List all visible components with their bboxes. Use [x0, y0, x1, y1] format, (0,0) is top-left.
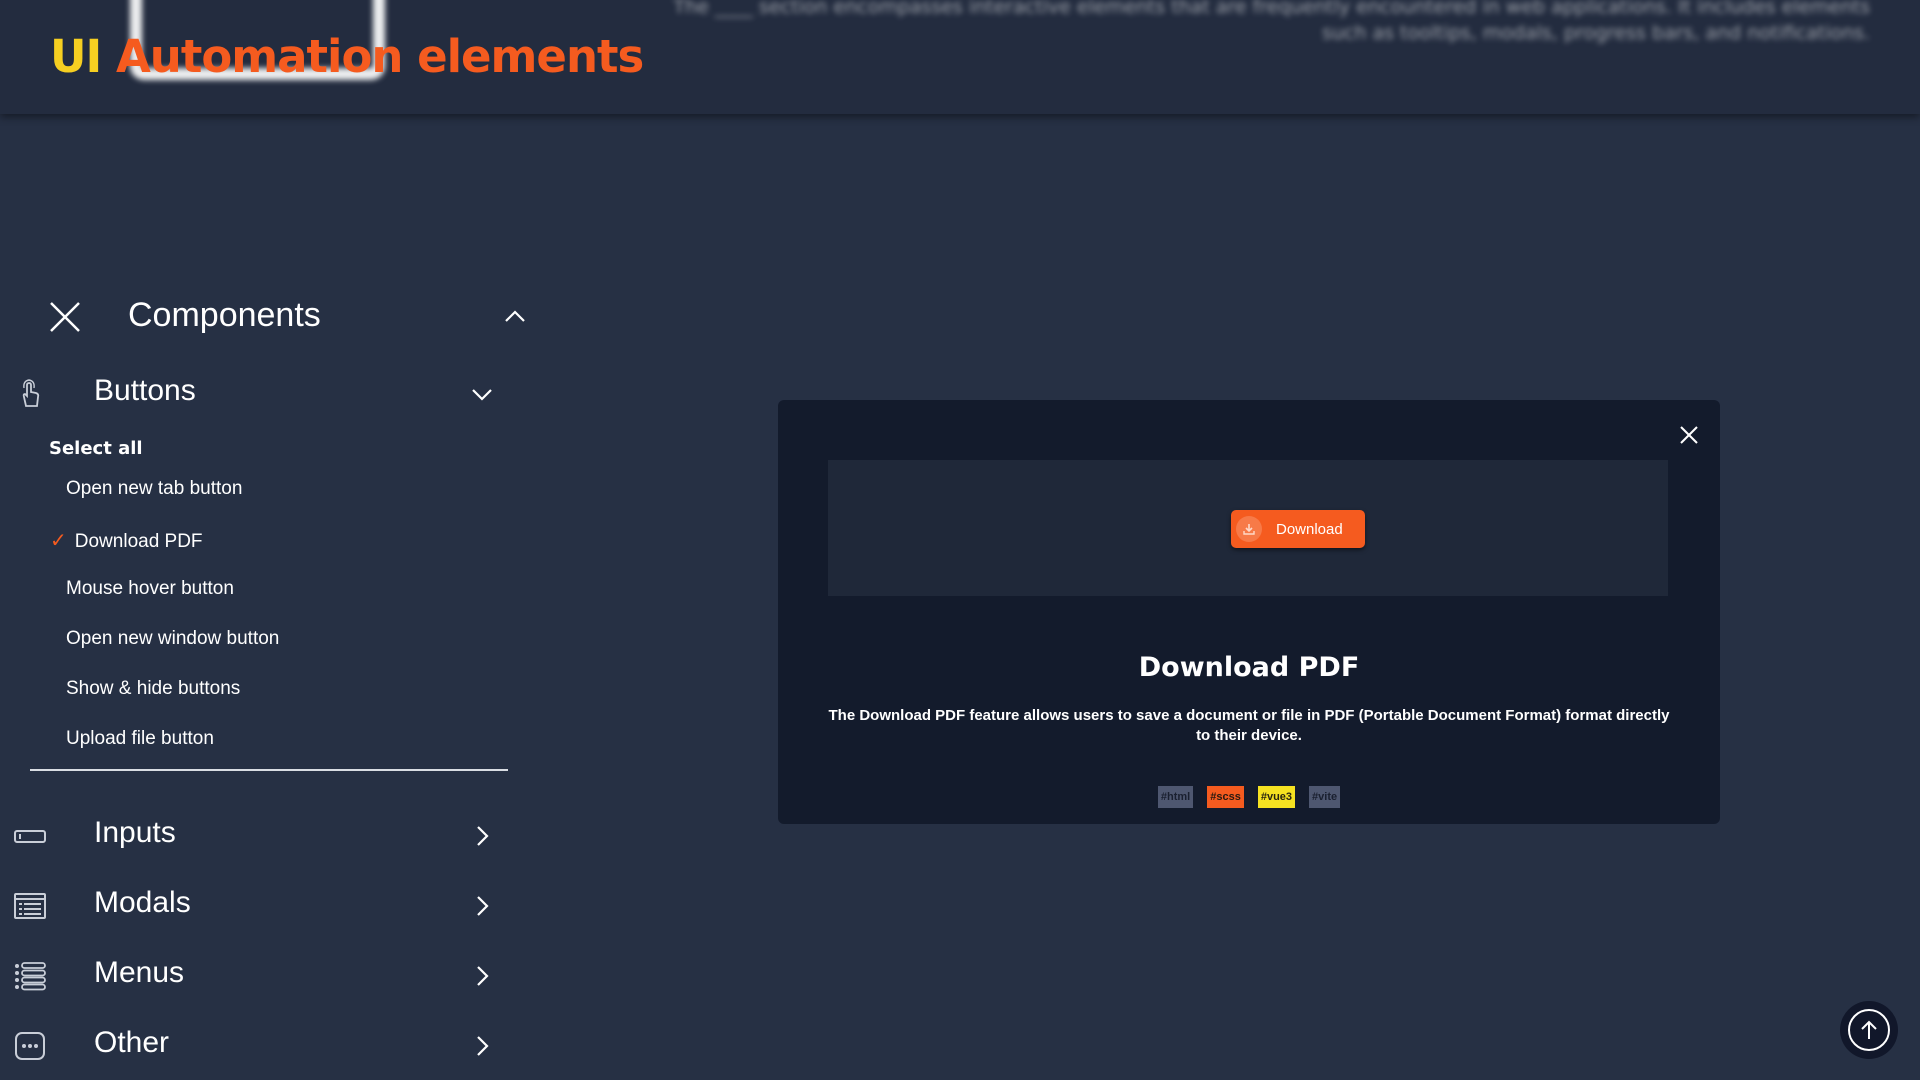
checkmark-icon: ✓	[50, 530, 67, 552]
category-other-label: Other	[94, 1026, 170, 1059]
sidebar-item-open-new-tab-button[interactable]: Open new tab button	[66, 478, 242, 500]
sidebar-item-upload-file-button[interactable]: Upload file button	[66, 728, 214, 750]
tag-vite: #vite	[1309, 786, 1341, 808]
category-modals-label: Modals	[94, 886, 191, 919]
more-dots-icon	[15, 1032, 45, 1060]
close-icon[interactable]	[1678, 424, 1700, 446]
sidebar-item-download-pdf[interactable]: ✓ Download PDF	[50, 528, 203, 553]
sidebar-item-open-new-window-button[interactable]: Open new window button	[66, 628, 279, 650]
modal-list-icon	[14, 893, 46, 919]
tag-scss: #scss	[1207, 786, 1244, 808]
divider	[30, 769, 508, 771]
category-menus-label: Menus	[94, 956, 185, 989]
components-header[interactable]: Components	[48, 296, 528, 340]
input-field-icon	[14, 830, 46, 843]
category-inputs-label: Inputs	[94, 816, 176, 849]
menu-list-icon	[15, 962, 46, 991]
top-header: UI Automation elements The ____ section …	[0, 0, 1920, 114]
category-modals[interactable]: Modals	[14, 884, 504, 930]
pointer-hand-icon	[22, 379, 40, 407]
sidebar-item-show-hide-buttons[interactable]: Show & hide buttons	[66, 678, 240, 700]
page-title-rest: Automation elements	[115, 30, 644, 83]
select-all-link[interactable]: Select all	[49, 438, 143, 459]
chevron-right-icon[interactable]	[470, 964, 494, 988]
components-title: Components	[128, 296, 321, 334]
sidebar-item-mouse-hover-button[interactable]: Mouse hover button	[66, 578, 234, 600]
card-title: Download PDF	[1138, 652, 1360, 683]
download-button[interactable]: Download	[1231, 510, 1365, 548]
page-title: UI Automation elements	[50, 30, 644, 83]
category-buttons[interactable]: Buttons	[14, 372, 504, 418]
download-button-label: Download	[1276, 520, 1343, 538]
component-preview: Download	[828, 460, 1668, 596]
page-title-ui: UI	[50, 30, 102, 83]
intro-text: The ____ section encompasses interactive…	[670, 0, 1870, 46]
category-buttons-label: Buttons	[94, 374, 196, 407]
close-icon[interactable]	[48, 300, 82, 334]
scroll-to-top-button[interactable]	[1840, 1001, 1898, 1059]
tag-list: #html #scss #vue3 #vite	[778, 786, 1720, 808]
card-description: The Download PDF feature allows users to…	[828, 707, 1670, 744]
intro-text-line-2: such as tooltips, modals, progress bars,…	[1321, 22, 1870, 44]
component-card: Download Download PDF The Download PDF f…	[778, 400, 1720, 824]
intro-text-line-1: The ____ section encompasses interactive…	[673, 0, 1870, 18]
chevron-up-icon[interactable]	[504, 306, 526, 328]
sidebar-item-label: Download PDF	[74, 531, 203, 552]
tag-vue3: #vue3	[1257, 786, 1296, 808]
tag-html: #html	[1157, 786, 1194, 808]
category-other[interactable]: Other	[14, 1024, 504, 1070]
download-icon	[1236, 516, 1262, 542]
category-inputs[interactable]: Inputs	[14, 814, 504, 860]
chevron-down-icon[interactable]	[470, 382, 494, 406]
chevron-right-icon[interactable]	[470, 894, 494, 918]
arrow-up-icon	[1848, 1009, 1890, 1051]
chevron-right-icon[interactable]	[470, 1034, 494, 1058]
chevron-right-icon[interactable]	[470, 824, 494, 848]
category-menus[interactable]: Menus	[14, 954, 504, 1000]
